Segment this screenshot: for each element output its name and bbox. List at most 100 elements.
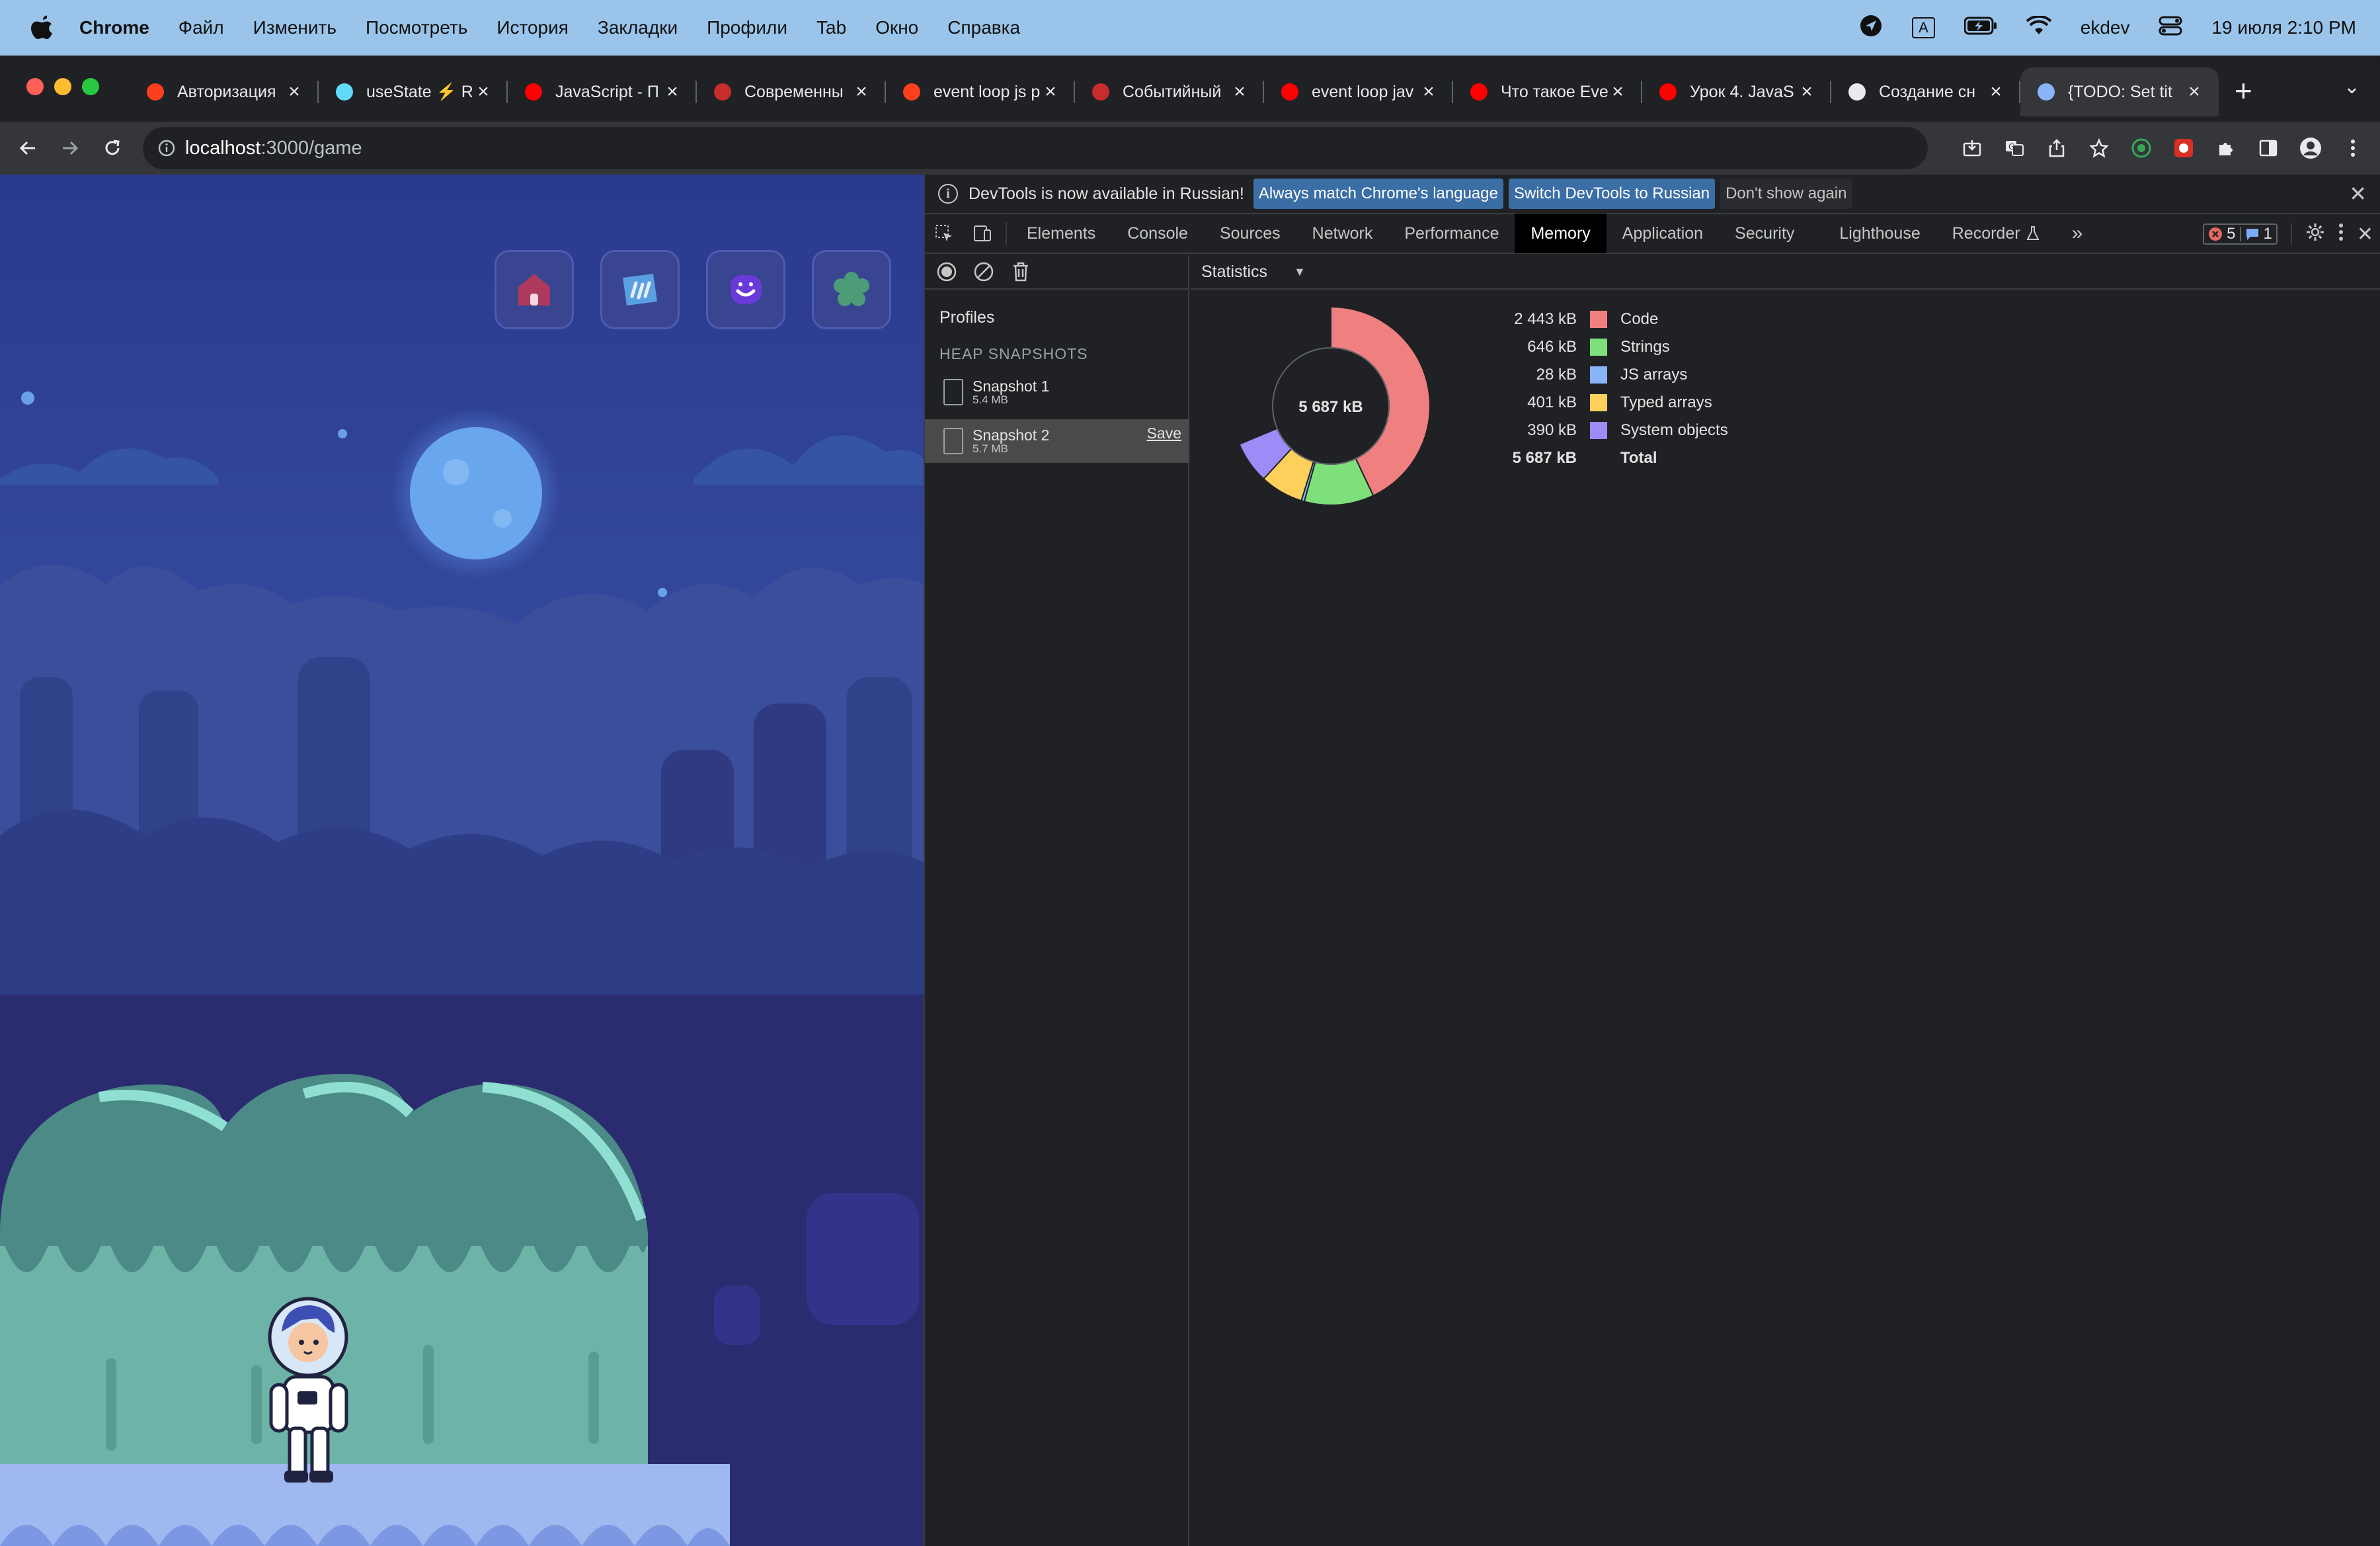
extensions-puzzle-icon[interactable] bbox=[2212, 134, 2240, 162]
tab-close-icon[interactable]: × bbox=[473, 81, 493, 103]
react-icon bbox=[333, 81, 356, 103]
tab-memory[interactable]: Memory bbox=[1515, 214, 1606, 253]
tab-close-icon[interactable]: × bbox=[662, 81, 682, 103]
site-info-icon[interactable] bbox=[157, 139, 176, 157]
tab-performance[interactable]: Performance bbox=[1388, 214, 1515, 253]
browser-tab[interactable]: Современны × bbox=[697, 67, 886, 116]
browser-tab[interactable]: useState ⚡ R × bbox=[319, 67, 508, 116]
menu-profiles[interactable]: Профили bbox=[707, 17, 787, 38]
inspect-element-icon[interactable] bbox=[925, 214, 963, 253]
tab-application[interactable]: Application bbox=[1606, 214, 1719, 253]
dont-show-again-button[interactable]: Don't show again bbox=[1720, 179, 1852, 209]
tab-security[interactable]: Security bbox=[1719, 214, 1810, 253]
tab-close-icon[interactable]: × bbox=[1986, 81, 2006, 103]
wifi-icon[interactable] bbox=[2026, 15, 2052, 40]
menubar-clock[interactable]: 19 июля 2:10 PM bbox=[2211, 17, 2356, 38]
settings-button[interactable] bbox=[812, 250, 891, 329]
delete-icon[interactable] bbox=[1008, 259, 1033, 284]
browser-tab[interactable]: Урок 4. JavaS × bbox=[1642, 67, 1831, 116]
menu-view[interactable]: Посмотреть bbox=[366, 17, 467, 38]
device-toolbar-icon[interactable] bbox=[963, 214, 1002, 253]
menu-file[interactable]: Файл bbox=[178, 17, 224, 38]
view-selector[interactable]: Statistics ▼ bbox=[1191, 255, 2380, 290]
forward-button[interactable] bbox=[49, 127, 91, 169]
back-button[interactable] bbox=[7, 127, 49, 169]
menu-history[interactable]: История bbox=[496, 17, 569, 38]
location-arrow-icon[interactable] bbox=[1859, 14, 1883, 42]
tab-lighthouse[interactable]: Lighthouse bbox=[1823, 214, 1936, 253]
bookmark-star-icon[interactable] bbox=[2085, 134, 2113, 162]
menu-help[interactable]: Справка bbox=[947, 17, 1020, 38]
browser-tab[interactable]: {TODO: Set tit × bbox=[2020, 67, 2219, 116]
tab-close-icon[interactable]: × bbox=[1797, 81, 1817, 103]
install-app-icon[interactable] bbox=[1958, 134, 1986, 162]
browser-tab[interactable]: Авторизация × bbox=[130, 67, 319, 116]
input-source-icon[interactable]: A bbox=[1912, 17, 1935, 38]
address-bar[interactable]: localhost:3000/game bbox=[143, 127, 1928, 169]
browser-tab[interactable]: Событийный × bbox=[1075, 67, 1264, 116]
record-icon[interactable] bbox=[934, 259, 959, 284]
devtools-settings-icon[interactable] bbox=[2305, 222, 2325, 247]
close-window-button[interactable] bbox=[26, 78, 44, 95]
side-panel-icon[interactable] bbox=[2254, 134, 2282, 162]
always-match-language-button[interactable]: Always match Chrome's language bbox=[1253, 179, 1503, 209]
control-center-icon[interactable] bbox=[2159, 16, 2182, 40]
new-tab-button[interactable]: + bbox=[2235, 75, 2252, 106]
browser-tab[interactable]: Создание сн × bbox=[1831, 67, 2020, 116]
tab-elements[interactable]: Elements bbox=[1011, 214, 1111, 253]
translate-icon[interactable]: G bbox=[2001, 134, 2028, 162]
close-devtools-icon[interactable]: ✕ bbox=[2357, 223, 2373, 246]
tab-close-icon[interactable]: × bbox=[1419, 81, 1439, 103]
menu-window[interactable]: Окно bbox=[875, 17, 918, 38]
tab-close-icon[interactable]: × bbox=[852, 81, 871, 103]
devtools-menu-icon[interactable] bbox=[2338, 223, 2344, 246]
tab-recorder[interactable]: Recorder bbox=[1936, 214, 2056, 253]
menubar-app-name[interactable]: Chrome bbox=[79, 17, 149, 38]
browser-tab[interactable]: event loop jav × bbox=[1264, 67, 1453, 116]
issues-badge[interactable]: 5 1 bbox=[2203, 224, 2278, 245]
home-button[interactable] bbox=[495, 250, 574, 329]
tab-close-icon[interactable]: × bbox=[284, 81, 304, 103]
share-icon[interactable] bbox=[2043, 134, 2071, 162]
tab-close-icon[interactable]: × bbox=[1041, 81, 1060, 103]
tab-console[interactable]: Console bbox=[1111, 214, 1204, 253]
extension-red-icon[interactable] bbox=[2170, 134, 2198, 162]
tab-close-icon[interactable]: × bbox=[1230, 81, 1250, 103]
menubar-user[interactable]: ekdev bbox=[2081, 17, 2130, 38]
extension-green-icon[interactable] bbox=[2127, 134, 2155, 162]
profile-avatar-icon[interactable] bbox=[2297, 134, 2324, 162]
smile-button[interactable] bbox=[706, 250, 785, 329]
profiles-title: Profiles bbox=[939, 308, 995, 327]
tab-network[interactable]: Network bbox=[1296, 214, 1389, 253]
tab-close-icon[interactable]: × bbox=[2184, 81, 2204, 103]
cards-button[interactable] bbox=[600, 250, 680, 329]
game-canvas[interactable] bbox=[0, 175, 924, 1546]
legend-total-label: Total bbox=[1620, 449, 1657, 467]
minimize-window-button[interactable] bbox=[54, 78, 71, 95]
tab-title: event loop jav bbox=[1312, 82, 1414, 101]
clear-icon[interactable] bbox=[971, 259, 996, 284]
switch-devtools-russian-button[interactable]: Switch DevTools to Russian bbox=[1508, 179, 1716, 209]
battery-icon[interactable] bbox=[1964, 17, 1997, 40]
apple-menu-icon[interactable] bbox=[25, 11, 60, 45]
snapshot-item[interactable]: Snapshot 1 5.4 MB bbox=[925, 370, 1189, 414]
moon bbox=[410, 427, 542, 559]
browser-tab[interactable]: JavaScript - П × bbox=[508, 67, 697, 116]
legend-swatch bbox=[1590, 339, 1607, 356]
reload-button[interactable] bbox=[91, 127, 134, 169]
tab-title: Событийный bbox=[1123, 82, 1222, 101]
more-tabs-icon[interactable]: » bbox=[2056, 214, 2099, 253]
menu-edit[interactable]: Изменить bbox=[253, 17, 337, 38]
save-snapshot-link[interactable]: Save bbox=[1147, 425, 1181, 442]
tab-search-icon[interactable]: ⌄ bbox=[2344, 75, 2360, 99]
menu-bookmarks[interactable]: Закладки bbox=[598, 17, 678, 38]
tab-close-icon[interactable]: × bbox=[1608, 81, 1628, 103]
browser-tab[interactable]: Что такое Eve × bbox=[1453, 67, 1642, 116]
zoom-window-button[interactable] bbox=[82, 78, 99, 95]
chrome-menu-icon[interactable] bbox=[2339, 134, 2367, 162]
close-infobar-icon[interactable]: ✕ bbox=[2349, 181, 2367, 206]
tab-sources[interactable]: Sources bbox=[1204, 214, 1296, 253]
snapshot-item-selected[interactable]: Snapshot 2 5.7 MB Save bbox=[925, 419, 1189, 463]
browser-tab[interactable]: event loop js р × bbox=[886, 67, 1075, 116]
menu-tab[interactable]: Tab bbox=[816, 17, 846, 38]
